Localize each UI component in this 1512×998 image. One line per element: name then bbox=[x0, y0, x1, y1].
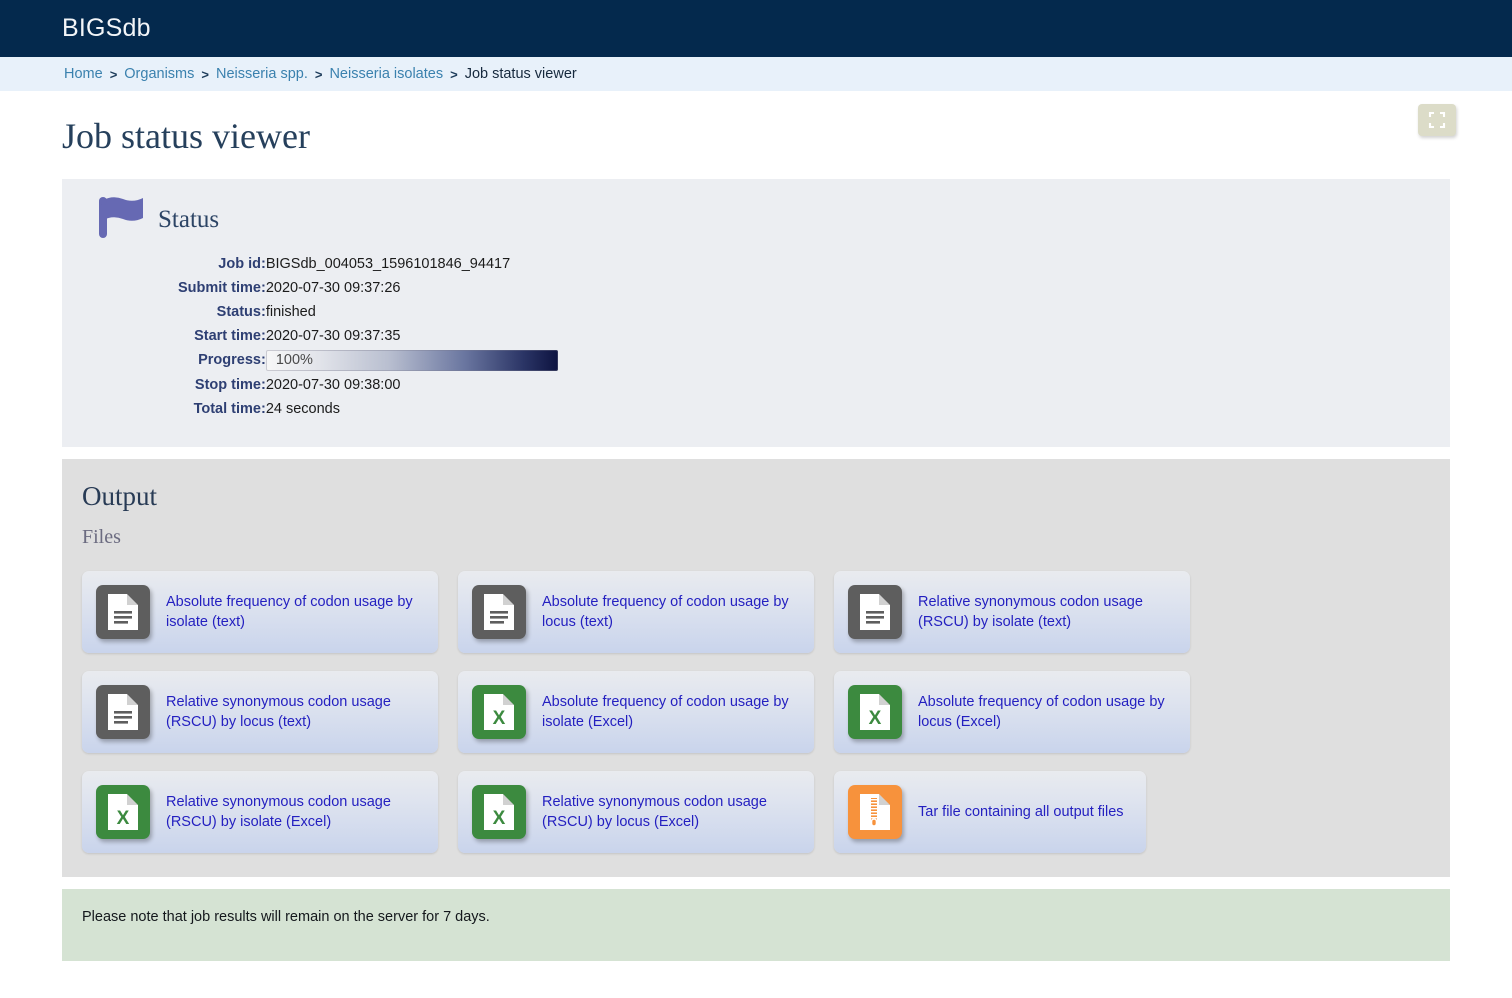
file-card-label: Absolute frequency of codon usage by iso… bbox=[166, 593, 413, 630]
progress-bar: 100% bbox=[265, 348, 558, 373]
status-row-value: BIGSdb_004053_1596101846_94417 bbox=[265, 255, 511, 272]
status-row-value: 2020-07-30 09:37:35 bbox=[265, 327, 401, 344]
excel-glyph: X bbox=[860, 693, 890, 730]
file-download-card[interactable]: X Relative synonymous codon usage (RSCU) … bbox=[82, 770, 438, 853]
svg-text:X: X bbox=[869, 708, 882, 729]
status-table: Job id: BIGSdb_004053_1596101846_94417 Sub… bbox=[178, 252, 558, 421]
archive-file-icon bbox=[848, 784, 902, 839]
status-row: Start time: 2020-07-30 09:37:35 bbox=[178, 324, 558, 348]
svg-text:X: X bbox=[493, 708, 506, 729]
status-row: Total time: 24 seconds bbox=[178, 397, 558, 421]
status-row-value: 2020-07-30 09:37:26 bbox=[265, 279, 401, 296]
breadcrumb-separator: > bbox=[314, 66, 323, 82]
svg-text:X: X bbox=[117, 808, 130, 829]
file-card-label: Absolute frequency of codon usage by loc… bbox=[542, 593, 789, 630]
file-list: Absolute frequency of codon usage by iso… bbox=[82, 570, 1430, 853]
file-card-label: Relative synonymous codon usage (RSCU) b… bbox=[918, 593, 1143, 630]
excel-file-icon: X bbox=[472, 784, 526, 839]
excel-glyph: X bbox=[484, 693, 514, 730]
file-card-label: Relative synonymous codon usage (RSCU) b… bbox=[166, 793, 391, 830]
text-glyph bbox=[860, 593, 890, 630]
status-row-value: 2020-07-30 09:38:00 bbox=[265, 376, 401, 393]
excel-file-icon: X bbox=[472, 684, 526, 739]
app-title: BIGSdb bbox=[62, 14, 151, 42]
status-row-label: Submit time: bbox=[178, 279, 266, 296]
flag-glyph bbox=[99, 196, 143, 238]
text-file-icon bbox=[96, 684, 150, 739]
breadcrumb-separator: > bbox=[201, 66, 209, 82]
breadcrumb-item-job-status-viewer: Job status viewer bbox=[464, 66, 577, 82]
output-panel: Output Files Absolute frequency of codon… bbox=[62, 458, 1450, 877]
page-title: Job status viewer bbox=[62, 116, 310, 156]
retention-note: Please note that job results will remain… bbox=[62, 888, 1450, 961]
text-file-icon bbox=[472, 584, 526, 639]
archive-glyph bbox=[860, 793, 890, 830]
excel-file-icon: X bbox=[848, 684, 902, 739]
breadcrumb-item-home[interactable]: Home bbox=[64, 66, 103, 82]
file-card-label: Relative synonymous codon usage (RSCU) b… bbox=[542, 793, 767, 830]
app-header: BIGSdb bbox=[0, 0, 1512, 57]
flag-icon bbox=[98, 195, 148, 246]
status-row-label: Job id: bbox=[218, 255, 266, 272]
text-file-icon bbox=[96, 584, 150, 639]
retention-note-text: Please note that job results will remain… bbox=[82, 908, 490, 925]
breadcrumb: Home > Organisms > Neisseria spp. > Neisseria … bbox=[0, 57, 1512, 91]
file-card-label: Absolute frequency of codon usage by loc… bbox=[918, 693, 1165, 730]
file-card-label: Absolute frequency of codon usage by iso… bbox=[542, 693, 789, 730]
text-file-icon bbox=[848, 584, 902, 639]
status-row-value: finished bbox=[265, 303, 316, 320]
progress-bar-track: 100% bbox=[265, 349, 558, 371]
file-download-card[interactable]: Relative synonymous codon usage (RSCU) b… bbox=[82, 670, 438, 753]
progress-percent-label: 100% bbox=[275, 351, 313, 368]
status-row: Submit time: 2020-07-30 09:37:26 bbox=[178, 276, 558, 300]
status-row-label: Stop time: bbox=[194, 376, 266, 393]
status-row-label: Progress: bbox=[198, 352, 266, 369]
file-download-card[interactable]: Tar file containing all output files bbox=[834, 770, 1146, 853]
status-row: Job id: BIGSdb_004053_1596101846_94417 bbox=[178, 252, 558, 276]
text-glyph bbox=[108, 593, 138, 630]
page-content: Job status viewer Status Job id: BIGSdb_0… bbox=[0, 91, 1512, 961]
svg-text:X: X bbox=[493, 808, 506, 829]
status-panel-header: Status bbox=[98, 195, 1430, 246]
fullscreen-expand-icon[interactable] bbox=[1418, 104, 1456, 136]
file-download-card[interactable]: Relative synonymous codon usage (RSCU) b… bbox=[834, 570, 1190, 653]
file-download-card[interactable]: X Absolute frequency of codon usage by lo… bbox=[834, 670, 1190, 753]
status-row-value: 24 seconds bbox=[265, 400, 340, 417]
status-row-label: Total time: bbox=[193, 400, 266, 417]
status-row: Stop time: 2020-07-30 09:38:00 bbox=[178, 373, 558, 397]
text-glyph bbox=[108, 693, 138, 730]
status-panel: Status Job id: BIGSdb_004053_1596101846_9… bbox=[62, 178, 1450, 447]
file-download-card[interactable]: Absolute frequency of codon usage by iso… bbox=[82, 570, 438, 653]
breadcrumb-item-organisms[interactable]: Organisms bbox=[124, 66, 194, 82]
excel-file-icon: X bbox=[96, 784, 150, 839]
file-card-label: Relative synonymous codon usage (RSCU) b… bbox=[166, 693, 391, 730]
excel-glyph: X bbox=[484, 793, 514, 830]
file-download-card[interactable]: Absolute frequency of codon usage by loc… bbox=[458, 570, 814, 653]
file-card-label: Tar file containing all output files bbox=[918, 803, 1124, 820]
breadcrumb-item-neisseria-spp[interactable]: Neisseria spp. bbox=[216, 66, 308, 82]
breadcrumb-item-neisseria-isolates[interactable]: Neisseria isolates bbox=[329, 66, 443, 82]
breadcrumb-separator: > bbox=[109, 66, 118, 82]
file-download-card[interactable]: X Relative synonymous codon usage (RSCU) … bbox=[458, 770, 814, 853]
text-glyph bbox=[484, 593, 514, 630]
status-row-label: Start time: bbox=[194, 327, 266, 344]
status-row: Status: finished bbox=[178, 300, 558, 324]
breadcrumb-separator: > bbox=[450, 66, 458, 82]
expand-corners-icon bbox=[1428, 111, 1446, 129]
status-heading: Status bbox=[158, 206, 220, 234]
excel-glyph: X bbox=[108, 793, 138, 830]
output-heading: Output bbox=[82, 480, 158, 511]
files-subheading: Files bbox=[82, 525, 121, 548]
status-row-label: Status: bbox=[216, 303, 266, 320]
file-download-card[interactable]: X Absolute frequency of codon usage by is… bbox=[458, 670, 814, 753]
status-row: Progress: 100% bbox=[178, 348, 558, 373]
